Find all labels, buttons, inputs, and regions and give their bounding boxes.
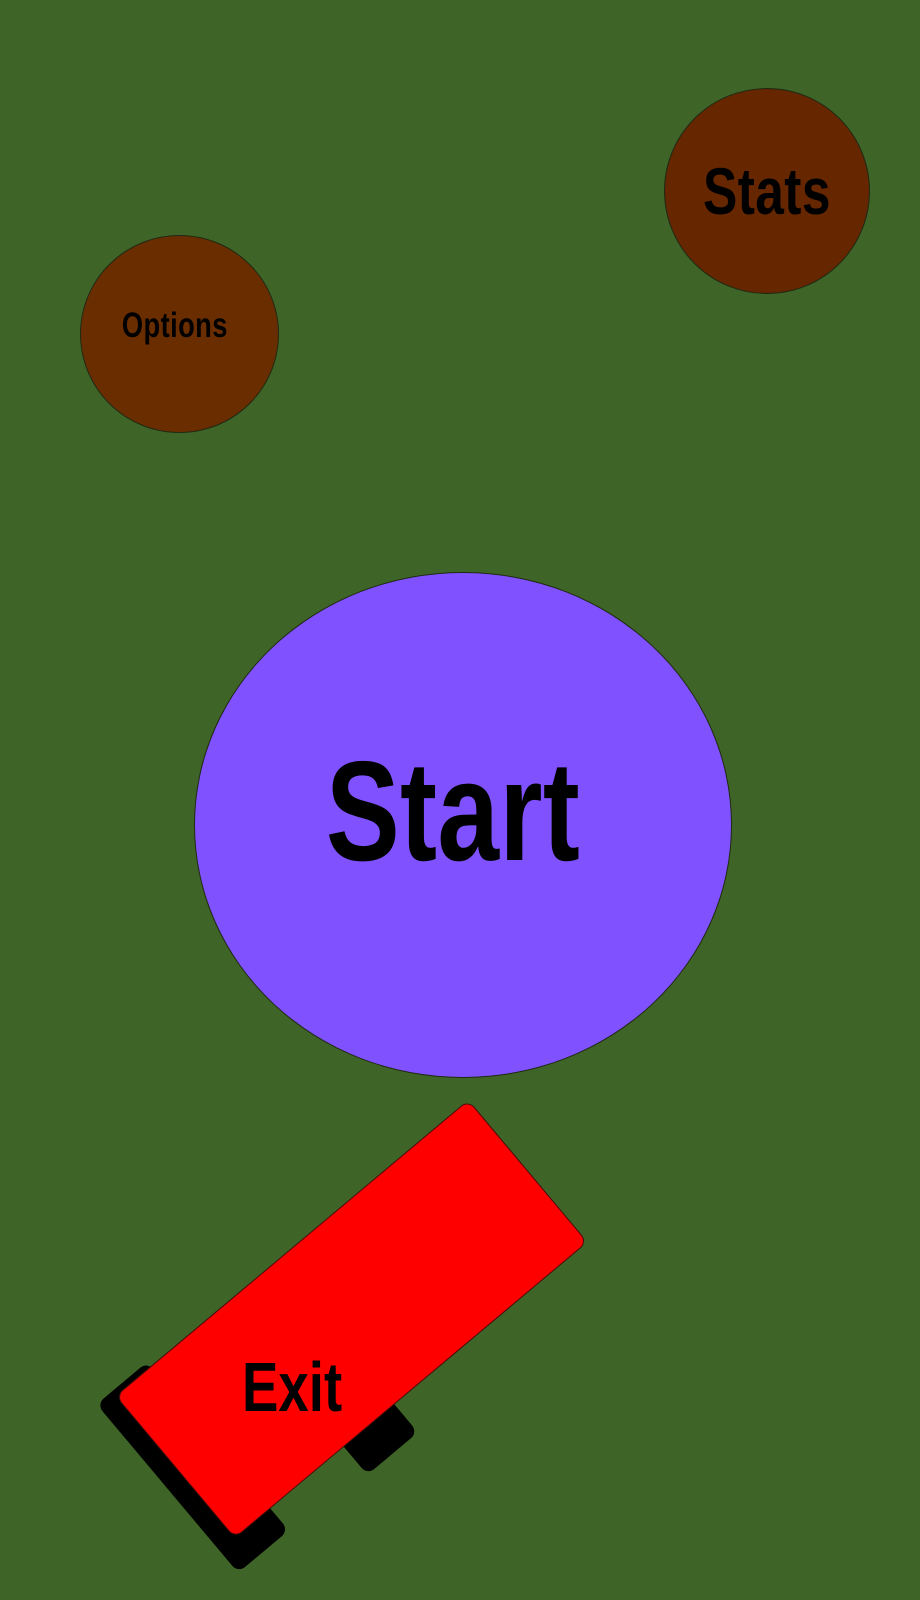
exit-button[interactable] bbox=[116, 1100, 587, 1537]
options-button[interactable]: Options bbox=[80, 235, 279, 433]
main-menu-scene: Stats Options Start Exit bbox=[0, 0, 920, 1600]
stats-label: Stats bbox=[703, 154, 831, 228]
start-button[interactable]: Start bbox=[194, 572, 732, 1078]
options-label: Options bbox=[121, 305, 228, 345]
start-label: Start bbox=[325, 732, 581, 891]
stats-button[interactable]: Stats bbox=[664, 88, 870, 294]
